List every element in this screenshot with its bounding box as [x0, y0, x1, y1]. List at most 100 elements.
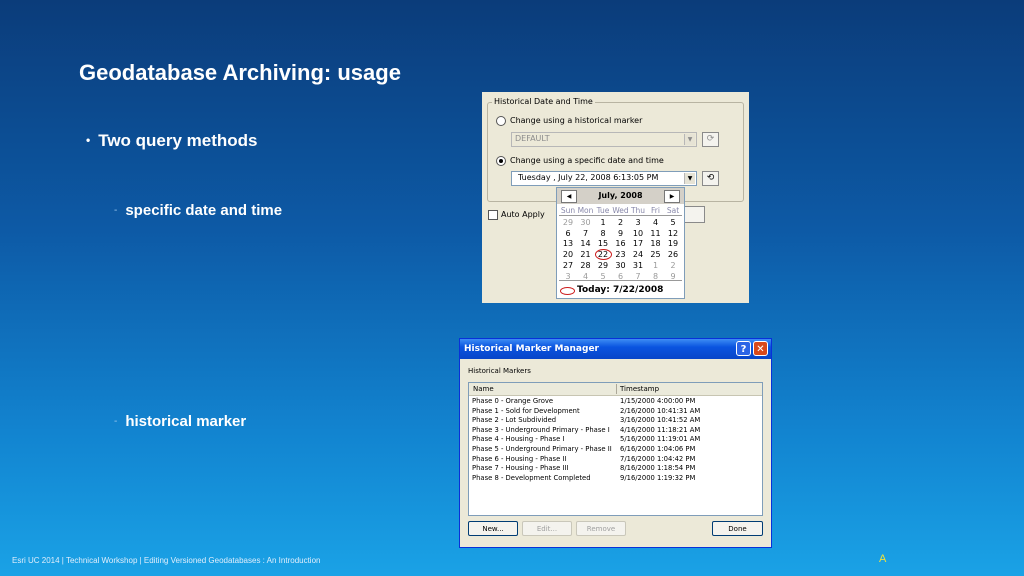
weekday-header: Sat — [666, 206, 680, 215]
auto-apply-label: Auto Apply — [501, 210, 545, 219]
calendar-day[interactable]: 8 — [594, 229, 612, 238]
today-button[interactable]: Today: 7/22/2008 — [577, 285, 663, 295]
calendar-divider — [559, 215, 682, 216]
section-label: Historical Markers — [468, 367, 531, 375]
calendar-day[interactable]: 12 — [664, 229, 682, 238]
calendar-day[interactable]: 31 — [629, 261, 647, 270]
table-row[interactable]: Phase 6 - Housing - Phase II 7/16/2000 1:… — [469, 455, 762, 465]
calendar-day[interactable]: 20 — [559, 250, 577, 259]
marker-name-cell: Phase 0 - Orange Grove — [472, 397, 554, 405]
slide-title: Geodatabase Archiving: usage — [79, 60, 401, 85]
weekday-header: Thu — [630, 206, 646, 215]
calendar-day[interactable]: 24 — [629, 250, 647, 259]
calendar-day[interactable]: 15 — [594, 239, 612, 248]
calendar-day[interactable]: 18 — [647, 239, 665, 248]
calendar-day[interactable]: 7 — [577, 229, 595, 238]
calendar-day[interactable]: 16 — [612, 239, 630, 248]
marker-timestamp-cell: 4/16/2000 11:18:21 AM — [620, 425, 701, 434]
new-button[interactable]: New... — [468, 521, 518, 536]
calendar-day[interactable]: 17 — [629, 239, 647, 248]
calendar-day[interactable]: 4 — [647, 218, 665, 227]
calendar-day[interactable]: 11 — [647, 229, 665, 238]
table-row[interactable]: Phase 1 - Sold for Development 2/16/2000 … — [469, 407, 762, 417]
radio-historical-marker[interactable] — [496, 116, 506, 126]
marker-combo: DEFAULT ▼ — [511, 132, 697, 147]
calendar-dropdown[interactable]: ◀ July, 2008 ▶ Sun Mon Tue Wed Thu Fri Sat 29 30… — [556, 187, 685, 299]
sub-bullet-text: specific date and time — [125, 202, 283, 219]
table-row[interactable]: Phase 8 - Development Completed 9/16/2000… — [469, 474, 762, 484]
marker-timestamp-cell: 8/16/2000 1:18:54 PM — [620, 464, 696, 473]
sub-bullet-historical-marker: - historical marker — [114, 413, 246, 430]
markers-list[interactable]: Name Timestamp Phase 0 - Orange Grove 1/1… — [468, 382, 763, 516]
calendar-day[interactable]: 1 — [647, 261, 665, 270]
chevron-down-icon[interactable]: ▼ — [684, 173, 695, 184]
calendar-day[interactable]: 30 — [612, 261, 630, 270]
calendar-day[interactable]: 19 — [664, 239, 682, 248]
calendar-day[interactable]: 14 — [577, 239, 595, 248]
refresh-marker-button: ⟳ — [702, 132, 719, 147]
calendar-day[interactable]: 21 — [577, 250, 595, 259]
table-row[interactable]: Phase 4 - Housing - Phase I 5/16/2000 11:… — [469, 435, 762, 445]
window-title: Historical Marker Manager — [464, 344, 599, 354]
calendar-day[interactable]: 10 — [629, 229, 647, 238]
done-button[interactable]: Done — [712, 521, 763, 536]
radio-date-label: Change using a specific date and time — [510, 156, 664, 165]
historical-marker-manager-window: Historical Marker Manager ? ✕ Historical… — [459, 338, 772, 548]
marker-name-cell: Phase 6 - Housing - Phase II — [472, 454, 567, 463]
auto-apply-checkbox[interactable] — [488, 210, 498, 220]
date-time-picker[interactable]: Tuesday , July 22, 2008 6:13:05 PM ▼ — [511, 171, 697, 186]
help-button[interactable]: ? — [736, 341, 751, 356]
column-header-timestamp[interactable]: Timestamp — [620, 385, 659, 393]
footer-mark: A — [879, 553, 887, 565]
marker-timestamp-cell: 9/16/2000 1:19:32 PM — [620, 473, 696, 482]
sub-bullet-text: historical marker — [125, 413, 247, 430]
radio-specific-date[interactable] — [496, 156, 506, 166]
calendar-day[interactable]: 30 — [577, 218, 595, 227]
calendar-day[interactable]: 29 — [559, 218, 577, 227]
table-row[interactable]: Phase 0 - Orange Grove 1/15/2000 4:00:00 … — [469, 397, 762, 407]
calendar-day[interactable]: 6 — [559, 229, 577, 238]
table-row[interactable]: Phase 7 - Housing - Phase III 8/16/2000 1… — [469, 464, 762, 474]
calendar-day[interactable]: 5 — [664, 218, 682, 227]
window-titlebar: Historical Marker Manager ? ✕ — [460, 339, 771, 359]
table-row[interactable]: Phase 3 - Underground Primary - Phase I 4… — [469, 426, 762, 436]
today-ring-icon — [560, 287, 575, 295]
apply-date-button[interactable]: ⟲ — [702, 171, 719, 186]
calendar-day[interactable]: 26 — [664, 250, 682, 259]
radio-marker-label: Change using a historical marker — [510, 116, 643, 125]
bullet-text: Two query methods — [98, 131, 258, 150]
marker-name-cell: Phase 2 - Lot Subdivided — [472, 416, 557, 425]
marker-name-cell: Phase 3 - Underground Primary - Phase I — [472, 425, 610, 434]
footer-text: Esri UC 2014 | Technical Workshop | Edit… — [12, 556, 321, 565]
marker-name-cell: Phase 8 - Development Completed — [472, 473, 591, 482]
calendar-day[interactable]: 28 — [577, 261, 595, 270]
calendar-day[interactable]: 23 — [612, 250, 630, 259]
weekday-header: Fri — [651, 206, 660, 215]
marker-name-cell: Phase 5 - Underground Primary - Phase II — [472, 445, 612, 453]
marker-name-cell: Phase 1 - Sold for Development — [472, 406, 580, 415]
calendar-day[interactable]: 9 — [612, 229, 630, 238]
calendar-day[interactable]: 22 — [594, 249, 612, 261]
calendar-day[interactable]: 25 — [647, 250, 665, 259]
weekday-header: Tue — [596, 206, 610, 215]
table-row[interactable]: Phase 5 - Underground Primary - Phase II… — [469, 445, 762, 455]
marker-timestamp-cell: 1/15/2000 4:00:00 PM — [620, 397, 696, 405]
calendar-day[interactable]: 1 — [594, 218, 612, 227]
calendar-day[interactable]: 3 — [629, 218, 647, 227]
column-separator[interactable] — [616, 384, 617, 394]
marker-name-cell: Phase 4 - Housing - Phase I — [472, 435, 565, 444]
calendar-day[interactable]: 2 — [612, 218, 630, 227]
dash-icon: - — [114, 205, 118, 216]
historical-date-time-panel: Historical Date and Time Change using a … — [482, 92, 749, 303]
calendar-day[interactable]: 29 — [594, 261, 612, 270]
marker-timestamp-cell: 3/16/2000 10:41:52 AM — [620, 416, 701, 425]
table-row[interactable]: Phase 2 - Lot Subdivided 3/16/2000 10:41:… — [469, 416, 762, 426]
list-header: Name Timestamp — [469, 383, 762, 396]
close-button[interactable]: ✕ — [753, 341, 768, 356]
column-header-name[interactable]: Name — [473, 385, 494, 393]
calendar-day[interactable]: 2 — [664, 261, 682, 270]
calendar-day[interactable]: 27 — [559, 261, 577, 270]
apply-button-partial[interactable] — [685, 206, 705, 223]
next-month-icon[interactable]: ▶ — [664, 190, 680, 203]
calendar-day[interactable]: 13 — [559, 239, 577, 248]
